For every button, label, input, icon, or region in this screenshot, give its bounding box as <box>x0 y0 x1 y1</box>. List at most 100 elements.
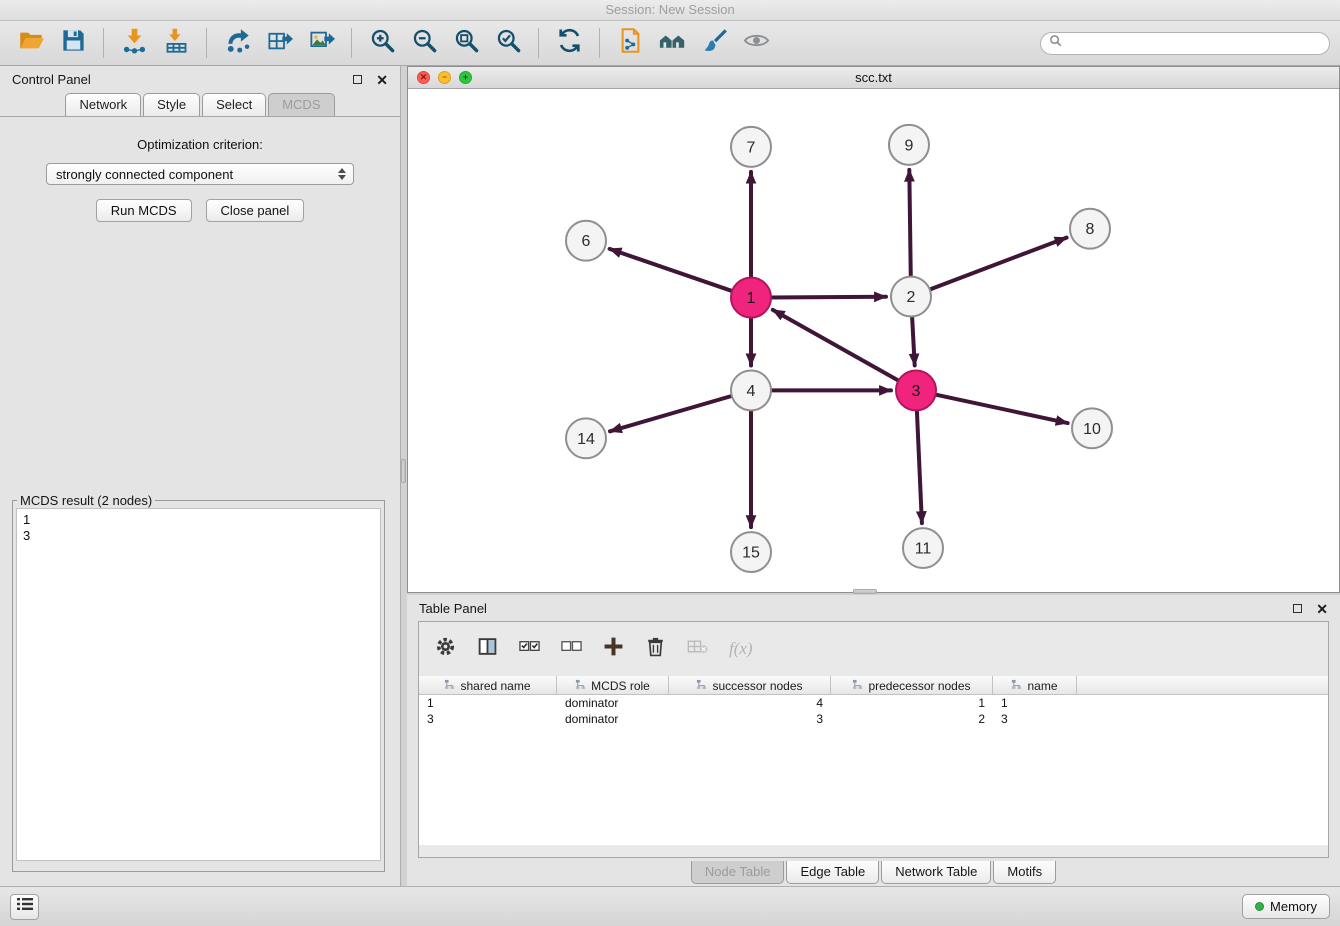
apply-style-button[interactable] <box>695 25 733 61</box>
table-row[interactable]: 1dominator411 <box>419 695 1328 711</box>
graph-node-9[interactable]: 9 <box>889 125 929 165</box>
import-table-button[interactable] <box>157 25 195 61</box>
network-canvas[interactable]: 7 9 6 8 1 2 4 3 14 10 15 11 <box>408 90 1339 592</box>
zoom-out-button[interactable] <box>405 25 443 61</box>
export-table-button[interactable] <box>260 25 298 61</box>
tab-select[interactable]: Select <box>202 93 266 116</box>
table-cell[interactable]: 1 <box>419 695 557 711</box>
tab-network[interactable]: Network <box>65 93 141 116</box>
zoom-fit-button[interactable] <box>447 25 485 61</box>
table-settings-button[interactable] <box>435 636 456 662</box>
tab-edge-table[interactable]: Edge Table <box>786 861 879 884</box>
column-header-mcds-role[interactable]: MCDS role <box>557 676 669 695</box>
table-row[interactable]: 3dominator323 <box>419 711 1328 727</box>
delete-table-icon <box>687 636 708 662</box>
task-history-button[interactable] <box>10 894 39 920</box>
window-close-button[interactable]: ✕ <box>417 71 430 84</box>
tab-mcds[interactable]: MCDS <box>268 93 334 116</box>
table-cell[interactable]: 4 <box>669 695 831 711</box>
close-panel-icon[interactable]: ✕ <box>376 73 388 87</box>
graph-edge-3-10[interactable] <box>934 394 1068 423</box>
graph-node-2[interactable]: 2 <box>891 277 931 317</box>
table-cell[interactable]: dominator <box>557 695 669 711</box>
graph-node-label: 9 <box>905 137 914 154</box>
graph-node-11[interactable]: 11 <box>903 528 943 568</box>
delete-column-button[interactable] <box>645 636 666 662</box>
graph-node-6[interactable]: 6 <box>566 221 606 261</box>
float-panel-icon[interactable] <box>353 75 362 84</box>
open-folder-button[interactable] <box>12 25 50 61</box>
column-header-shared-name[interactable]: shared name <box>419 676 557 695</box>
save-button[interactable] <box>54 25 92 61</box>
float-table-panel-icon[interactable] <box>1293 604 1302 613</box>
table-cell[interactable]: dominator <box>557 711 669 727</box>
graph-edge-2-8[interactable] <box>928 238 1067 291</box>
zoom-selected-button[interactable] <box>489 25 527 61</box>
table-cell[interactable]: 3 <box>993 711 1077 727</box>
select-all-columns-button[interactable] <box>519 636 540 662</box>
export-table-icon <box>266 27 293 59</box>
graph-node-8[interactable]: 8 <box>1070 209 1110 249</box>
graph-node-7[interactable]: 7 <box>731 127 771 167</box>
horizontal-splitter-grip[interactable] <box>853 589 877 594</box>
status-bar: Memory <box>0 886 1340 926</box>
toolbar-separator <box>538 28 539 58</box>
graph-edge-4-14[interactable] <box>610 395 734 431</box>
column-header-predecessor-nodes[interactable]: predecessor nodes <box>831 676 993 695</box>
close-table-panel-icon[interactable]: ✕ <box>1316 602 1328 616</box>
search-input[interactable] <box>1067 36 1321 50</box>
export-network-button[interactable] <box>218 25 256 61</box>
graph-edge-3-1[interactable] <box>773 310 901 382</box>
export-image-button[interactable] <box>302 25 340 61</box>
tab-network-table[interactable]: Network Table <box>881 861 991 884</box>
first-neighbors-button[interactable] <box>653 25 691 61</box>
graph-node-label: 3 <box>912 383 921 400</box>
window-zoom-button[interactable]: + <box>459 71 472 84</box>
network-window-titlebar[interactable]: scc.txt ✕ − + <box>408 67 1339 89</box>
import-network-button[interactable] <box>115 25 153 61</box>
column-header-successor-nodes[interactable]: successor nodes <box>669 676 831 695</box>
window-minimize-button[interactable]: − <box>438 71 451 84</box>
table-cell[interactable]: 2 <box>831 711 993 727</box>
table-cell[interactable]: 1 <box>831 695 993 711</box>
table-cell[interactable]: 3 <box>669 711 831 727</box>
graph-node-15[interactable]: 15 <box>731 532 771 572</box>
gear-icon <box>435 636 456 662</box>
show-hide-button[interactable] <box>737 25 775 61</box>
graph-node-14[interactable]: 14 <box>566 418 606 458</box>
run-mcds-button[interactable]: Run MCDS <box>96 199 192 222</box>
vertical-splitter-grip[interactable] <box>401 459 406 483</box>
memory-button[interactable]: Memory <box>1242 894 1330 919</box>
mcds-result-list[interactable]: 1 3 <box>16 508 381 861</box>
show-columns-button[interactable] <box>477 636 498 662</box>
zoom-in-button[interactable] <box>363 25 401 61</box>
graph-node-10[interactable]: 10 <box>1072 408 1112 448</box>
graph-edge-2-3[interactable] <box>912 315 915 366</box>
criterion-select[interactable]: strongly connected component <box>46 163 354 185</box>
deselect-all-columns-button[interactable] <box>561 636 582 662</box>
save-icon <box>60 27 87 59</box>
search-box[interactable] <box>1040 32 1330 55</box>
close-panel-button[interactable]: Close panel <box>206 199 305 222</box>
tab-style[interactable]: Style <box>143 93 200 116</box>
graph-edge-2-9[interactable] <box>909 170 911 279</box>
refresh-button[interactable] <box>550 25 588 61</box>
attribute-icon <box>852 679 863 693</box>
tab-motifs[interactable]: Motifs <box>993 861 1056 884</box>
network-from-file-button[interactable] <box>611 25 649 61</box>
graph-node-3[interactable]: 3 <box>896 370 936 410</box>
graph-edge-1-2[interactable] <box>769 297 886 298</box>
add-column-button[interactable] <box>603 636 624 662</box>
function-builder-button[interactable]: f(x) <box>729 639 753 659</box>
graph-edge-3-11[interactable] <box>917 408 922 523</box>
graph-node-4[interactable]: 4 <box>731 370 771 410</box>
table-cell[interactable]: 1 <box>993 695 1077 711</box>
tab-node-table[interactable]: Node Table <box>691 861 785 884</box>
table-cell[interactable]: 3 <box>419 711 557 727</box>
graph-edge-1-6[interactable] <box>610 249 734 292</box>
mcds-panel-body: Optimization criterion: strongly connect… <box>0 117 400 222</box>
delete-table-button[interactable] <box>687 636 708 662</box>
column-header-name[interactable]: name <box>993 676 1077 695</box>
graph-node-1[interactable]: 1 <box>731 278 771 318</box>
network-canvas-svg[interactable]: 7 9 6 8 1 2 4 3 14 10 15 11 <box>408 90 1339 592</box>
